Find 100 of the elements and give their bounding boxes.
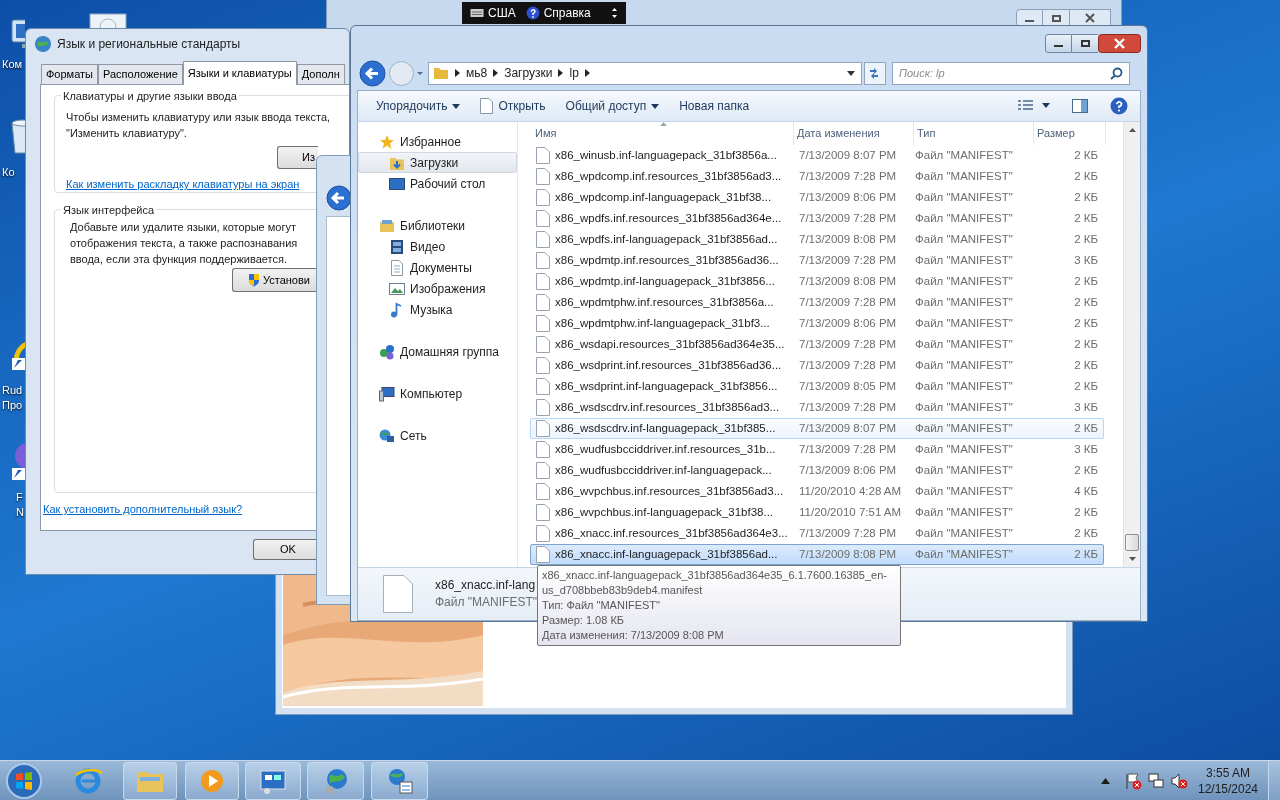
file-name: x86_wpdmtphw.inf.resources_31bf3856a... — [555, 294, 775, 310]
desktop-icon-label[interactable]: Ко — [2, 165, 15, 180]
taskbar-button[interactable] — [307, 762, 364, 800]
file-row[interactable]: x86_wvpchbus.inf.resources_31bf3856ad3... 11/20/2010 4:28 AM Файл "MANIFEST" 4 КБ — [530, 481, 1104, 502]
desktop-icon-label[interactable]: Rud — [2, 383, 23, 398]
install-languages-button[interactable]: Установи — [232, 268, 316, 292]
nav-item[interactable]: Сеть — [358, 425, 517, 446]
help-icon[interactable] — [525, 6, 540, 20]
show-hidden-icons-icon[interactable] — [1101, 778, 1110, 784]
language-indicator[interactable]: США — [488, 4, 516, 22]
file-row[interactable]: x86_wpdmtphw.inf.resources_31bf3856a... 7/13/2009 7:28 PM Файл "MANIFEST" 2 КБ — [530, 292, 1104, 313]
taskbar-button[interactable] — [245, 762, 301, 800]
file-row[interactable]: x86_wpdcomp.inf.resources_31bf3856ad3... 7/13/2009 7:28 PM Файл "MANIFEST" 2 КБ — [530, 166, 1104, 187]
nav-item[interactable]: Документы — [358, 257, 517, 278]
toolbar-button[interactable]: Новая папка — [673, 94, 756, 118]
change-keyboards-button[interactable]: Из — [277, 146, 318, 169]
file-name: x86_wsdapi.resources_31bf3856ad364e35... — [555, 336, 786, 352]
address-bar[interactable]: мь8 Загрузки lp — [428, 61, 862, 85]
back-button-icon[interactable] — [326, 185, 352, 211]
desktop-icon-label[interactable]: Ком — [2, 57, 23, 72]
file-row[interactable]: x86_xnacc.inf.resources_31bf3856ad364e3... 7/13/2009 7:28 PM Файл "MANIFEST" 2 КБ — [530, 523, 1104, 544]
nav-item[interactable]: Изображения — [358, 278, 517, 299]
maximize-button[interactable] — [1072, 34, 1098, 53]
help-link[interactable]: Как установить дополнительный язык? — [43, 501, 243, 518]
options-arrows-icon[interactable] — [611, 6, 618, 20]
scrollbar[interactable] — [1123, 122, 1140, 567]
search-icon — [1110, 66, 1123, 80]
file-row[interactable]: x86_wpdfs.inf.resources_31bf3856ad364e... 7/13/2009 7:28 PM Файл "MANIFEST" 2 КБ — [530, 208, 1104, 229]
file-row[interactable]: x86_wpdmtp.inf-languagepack_31bf3856... 7/13/2009 8:08 PM Файл "MANIFEST" 2 КБ — [530, 271, 1104, 292]
chevron-right-icon[interactable] — [584, 69, 590, 77]
file-row[interactable]: x86_wsdscdrv.inf.resources_31bf3856ad3... 7/13/2009 7:28 PM Файл "MANIFEST" 3 КБ — [530, 397, 1104, 418]
tab[interactable]: Форматы — [41, 64, 98, 84]
column-header[interactable]: Дата изменения — [794, 122, 914, 145]
toolbar-button[interactable]: Общий доступ — [559, 94, 666, 118]
toolbar-button[interactable]: Упорядочить — [370, 94, 467, 118]
size-cell-text: 2 КБ — [1073, 273, 1099, 289]
nav-item[interactable]: Видео — [358, 236, 517, 257]
column-header[interactable]: Имя — [530, 122, 794, 145]
preview-pane-icon[interactable] — [1072, 99, 1088, 113]
file-row[interactable]: x86_wsdprint.inf.resources_31bf3856ad36... 7/13/2009 7:28 PM Файл "MANIFEST" 2 КБ — [530, 355, 1104, 376]
breadcrumb-item[interactable]: Загрузки — [504, 64, 553, 82]
nav-item[interactable]: Рабочий стол — [358, 173, 517, 194]
date-cell-text: 7/13/2009 8:06 PM — [799, 315, 898, 331]
file-row[interactable]: x86_wsdapi.resources_31bf3856ad364e35... 7/13/2009 7:28 PM Файл "MANIFEST" 2 КБ — [530, 334, 1104, 355]
help-link[interactable]: Как изменить раскладку клавиатуры на экран — [66, 176, 300, 193]
ok-button[interactable]: OK — [253, 539, 316, 560]
computer-icon[interactable] — [88, 12, 128, 28]
start-button-icon[interactable] — [4, 760, 44, 800]
tab[interactable]: Расположение — [98, 64, 183, 84]
star-icon — [379, 133, 395, 150]
caret-icon — [452, 103, 461, 109]
chevron-right-icon[interactable] — [455, 69, 460, 77]
nav-item[interactable]: Домашняя группа — [358, 341, 517, 362]
scroll-thumb[interactable] — [1125, 534, 1139, 551]
nav-item[interactable]: Избранное — [358, 131, 517, 152]
file-row[interactable]: x86_wsdprint.inf-languagepack_31bf3856... 7/13/2009 8:05 PM Файл "MANIFEST" 2 КБ — [530, 376, 1104, 397]
breadcrumb-item[interactable]: мь8 — [466, 64, 488, 82]
desktop-icon-label[interactable]: Про — [2, 398, 23, 413]
file-row[interactable]: x86_wsdscdrv.inf-languagepack_31bf385... 7/13/2009 8:07 PM Файл "MANIFEST" 2 КБ — [530, 418, 1104, 439]
minimize-button[interactable] — [1045, 34, 1072, 53]
taskbar-button[interactable] — [371, 762, 428, 800]
file-row[interactable]: x86_wudfusbcciddriver.inf-languagepack... 7/13/2009 8:06 PM Файл "MANIFEST" 2 КБ — [530, 460, 1104, 481]
toolbar-button[interactable]: Открыть — [474, 94, 552, 118]
chevron-right-icon[interactable] — [558, 69, 564, 77]
column-header[interactable]: Размер — [1034, 122, 1106, 145]
nav-item[interactable]: Музыка — [358, 299, 517, 320]
network-icon[interactable] — [1147, 772, 1165, 790]
date-cell-text: 7/13/2009 8:08 PM — [799, 231, 898, 247]
file-row[interactable]: x86_xnacc.inf-languagepack_31bf3856ad... 7/13/2009 8:08 PM Файл "MANIFEST" 2 КБ — [530, 544, 1104, 565]
document-icon — [536, 252, 550, 269]
file-row[interactable]: x86_wvpchbus.inf-languagepack_31bf38... 11/20/2010 7:51 AM Файл "MANIFEST" 2 КБ — [530, 502, 1104, 523]
document-icon — [536, 273, 550, 290]
dropdown-arrow-icon[interactable] — [847, 70, 855, 76]
desktop-icon-label[interactable]: N — [16, 505, 24, 520]
caret-icon — [651, 103, 660, 109]
speaker-muted-icon[interactable] — [1170, 772, 1188, 790]
desktop-icon-label[interactable]: F — [16, 490, 23, 505]
help-link[interactable]: Справка — [543, 4, 591, 22]
column-header[interactable]: Тип — [914, 122, 1034, 145]
breadcrumb-item[interactable]: lp — [569, 64, 579, 82]
file-row[interactable]: x86_wpdmtphw.inf-languagepack_31bf3... 7/13/2009 8:06 PM Файл "MANIFEST" 2 КБ — [530, 313, 1104, 334]
nav-item[interactable]: Компьютер — [358, 383, 517, 404]
keyboard-icon[interactable] — [470, 8, 484, 18]
search-field[interactable]: Поиск: lp — [892, 61, 1130, 85]
nav-item[interactable]: Библиотеки — [358, 215, 517, 236]
clock[interactable]: 3:55 AM 12/15/2024 — [1196, 764, 1260, 798]
tab[interactable]: Языки и клавиатуры — [182, 61, 297, 85]
file-row[interactable]: x86_wpdcomp.inf-languagepack_31bf38... 7/13/2009 8:06 PM Файл "MANIFEST" 2 КБ — [530, 187, 1104, 208]
refresh-icon[interactable] — [864, 61, 886, 85]
file-row[interactable]: x86_winusb.inf-languagepack_31bf3856a... 7/13/2009 8:07 PM Файл "MANIFEST" 2 КБ — [530, 145, 1104, 166]
close-icon[interactable] — [1098, 34, 1141, 53]
nav-item[interactable]: Загрузки — [358, 152, 517, 173]
back-button-icon[interactable] — [359, 59, 386, 87]
tab[interactable]: Дополн — [296, 64, 345, 84]
chevron-right-icon[interactable] — [493, 69, 499, 77]
view-options-icon[interactable] — [1018, 100, 1050, 112]
flag-warning-icon[interactable] — [1124, 772, 1142, 790]
file-row[interactable]: x86_wudfusbcciddriver.inf.resources_31b... 7/13/2009 7:28 PM Файл "MANIFEST" 3 КБ — [530, 439, 1104, 460]
file-row[interactable]: x86_wpdmtp.inf.resources_31bf3856ad36... 7/13/2009 7:28 PM Файл "MANIFEST" 3 КБ — [530, 250, 1104, 271]
file-row[interactable]: x86_wpdfs.inf-languagepack_31bf3856ad... 7/13/2009 8:08 PM Файл "MANIFEST" 2 КБ — [530, 229, 1104, 250]
